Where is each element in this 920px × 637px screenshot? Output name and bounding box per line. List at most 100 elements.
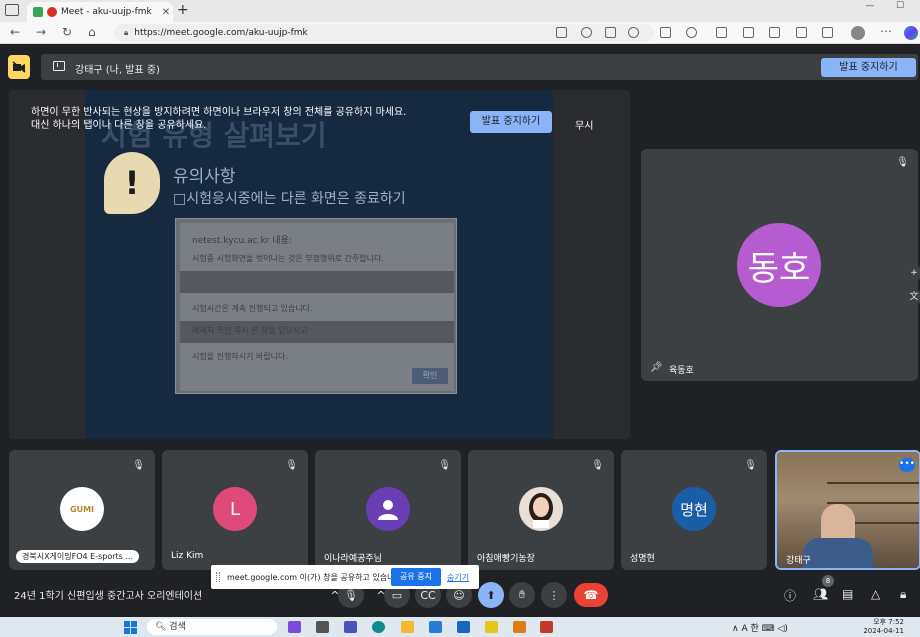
url-text: https://meet.google.com/aku-uujp-fmk	[134, 28, 308, 38]
drag-handle-icon[interactable]	[216, 572, 220, 582]
copilot-icon[interactable]	[904, 26, 918, 40]
split-screen-icon[interactable]	[716, 27, 727, 38]
meet-top-bar: 강태구 (나, 발표 중) 발표 중지하기	[0, 44, 920, 90]
dialog-band	[180, 271, 454, 293]
app-available-icon[interactable]	[605, 27, 616, 38]
browser-toolbar: ← → ↻ ⌂ 🔒︎ https://meet.google.com/aku-u…	[0, 22, 920, 44]
mic-off-icon: 🎙︎	[896, 157, 909, 168]
favorites-icon[interactable]	[743, 27, 754, 38]
ignore-button[interactable]: 무시	[575, 117, 593, 132]
meeting-title: 24년 1학기 신편입생 중간고사 오리엔테이션	[14, 591, 203, 602]
participant-tile[interactable]: 🎙︎ 명현 성명현	[621, 450, 767, 570]
windows-start-icon[interactable]	[124, 621, 137, 634]
dialog-ok-button[interactable]: 확인	[412, 368, 448, 384]
task-view-icon[interactable]	[316, 621, 329, 633]
photo-avatar	[519, 487, 563, 531]
meeting-info-icon[interactable]: ⓘ	[784, 587, 796, 604]
mirror-warning: 하면이 무한 반사되는 현상을 방지하려면 하면이나 브라우저 창의 전체를 공…	[31, 106, 406, 132]
store-icon[interactable]	[429, 621, 442, 633]
participant-tile[interactable]: 🎙︎ L Liz Kim	[162, 450, 308, 570]
tab-close-icon[interactable]: ✕	[159, 7, 173, 18]
stop-presenting-overlay-button[interactable]: 발표 중지하기	[470, 111, 552, 133]
add-reaction-icon[interactable]: +	[906, 265, 920, 281]
leave-call-button[interactable]: ☎︎	[574, 583, 608, 607]
mail-icon[interactable]	[457, 621, 470, 633]
home-icon[interactable]: ⌂	[88, 25, 96, 39]
browser-essentials-icon[interactable]	[796, 27, 807, 38]
tab-title: Meet - aku-uujp-fmk	[61, 7, 152, 17]
back-icon[interactable]: ←	[10, 25, 20, 39]
clock-time: 오후 7:52	[873, 618, 904, 626]
profile-avatar[interactable]	[851, 26, 865, 40]
participant-name: 육동호	[669, 366, 694, 376]
screen-share-notification: meet.google.com 이(가) 창을 공유하고 있습니다. 공유 중지…	[211, 565, 479, 589]
self-participant-tile[interactable]: ••• 강태구	[775, 450, 920, 570]
tab-actions-icon[interactable]	[5, 4, 19, 16]
address-bar[interactable]: 🔒︎ https://meet.google.com/aku-uujp-fmk	[114, 24, 654, 42]
stop-sharing-button[interactable]: 공유 중지	[391, 568, 441, 586]
mic-off-icon: 🎙︎	[591, 460, 604, 471]
teams-icon[interactable]	[344, 621, 357, 633]
presenter-label: 강태구 (나, 발표 중)	[75, 65, 160, 76]
people-count-badge: 8	[822, 575, 834, 587]
pin-icon[interactable]: 📌︎	[650, 362, 663, 373]
chat-icon[interactable]: ▤	[842, 587, 853, 601]
host-controls-icon[interactable]: 🔒︎	[900, 587, 906, 602]
stop-presenting-button[interactable]: 발표 중지하기	[821, 58, 916, 77]
participant-name: 성명현	[630, 554, 655, 564]
mirror-warning-line: 대신 하나의 탭이나 다른 창을 공유하세요.	[31, 120, 207, 131]
taskbar: 🔍︎ 검색 ∧ A 한 ⌨ ◁) 오후 7:52 2024-04-11	[0, 617, 920, 637]
collections-icon[interactable]	[769, 27, 780, 38]
new-tab-button[interactable]: +	[177, 2, 189, 18]
kakaotalk-icon[interactable]	[485, 621, 498, 633]
generic-person-icon	[366, 487, 410, 531]
sync-icon[interactable]	[686, 27, 697, 38]
widgets-icon[interactable]	[288, 621, 301, 633]
file-explorer-icon[interactable]	[401, 621, 414, 633]
more-options-icon[interactable]: ⋯	[880, 24, 892, 38]
translate-icon[interactable]: 文	[906, 289, 920, 305]
refresh-icon[interactable]: ↻	[62, 25, 72, 39]
powerpoint-icon[interactable]	[540, 621, 553, 633]
system-tray[interactable]: ∧ A 한 ⌨ ◁)	[732, 621, 788, 634]
participant-tile[interactable]: 🎙︎ 아침애빵기농장	[468, 450, 614, 570]
edge-icon[interactable]	[372, 621, 385, 633]
presentation-tile: 시험 유형 살펴보기 ! 유의사항 □시험응시중에는 다른 화면은 종료하기 n…	[9, 90, 630, 439]
camera-permission-icon[interactable]	[556, 27, 567, 38]
more-options-icon[interactable]: •••	[899, 458, 915, 472]
mic-off-icon: 🎙︎	[285, 460, 298, 471]
participant-tile[interactable]: 🎙︎ 이나라예공주님	[315, 450, 461, 570]
window-minimize-button[interactable]: —	[855, 0, 885, 12]
participant-name: 이나라예공주님	[324, 554, 382, 564]
mic-off-icon: 🎙︎	[438, 460, 451, 471]
people-icon[interactable]: 👥︎	[813, 587, 828, 601]
search-app-icon[interactable]	[513, 621, 526, 633]
forward-icon[interactable]: →	[36, 25, 46, 39]
taskbar-search[interactable]: 🔍︎ 검색	[147, 619, 277, 635]
participant-name: 아침애빵기농장	[477, 554, 535, 564]
slide-line: □시험응시중에는 다른 화면은 종료하기	[173, 191, 406, 207]
browser-tab[interactable]: Meet - aku-uujp-fmk ✕	[27, 2, 173, 22]
present-icon	[53, 61, 65, 71]
alert-dialog: netest.kycu.ac.kr 내용: 시험중 시험화면을 벗어나는 것은 …	[175, 218, 457, 394]
taskbar-search-label: 검색	[169, 622, 186, 632]
mic-off-icon: 🎙︎	[132, 460, 145, 471]
favorite-star-icon[interactable]	[628, 27, 639, 38]
raise-hand-icon[interactable]: ✋︎	[509, 582, 535, 608]
participant-tile[interactable]: 🎙︎ GUMI 경북시X게이밍FO4 E-sports ...	[9, 450, 155, 570]
more-actions-icon[interactable]: ⋮	[541, 582, 567, 608]
window-maximize-button[interactable]: ☐	[885, 0, 915, 12]
read-aloud-icon[interactable]	[581, 27, 592, 38]
participant-name: 강태구	[786, 556, 811, 566]
avatar: L	[213, 487, 257, 531]
dialog-line: 시험시간은 계속 진행되고 있습니다.	[192, 304, 313, 313]
extension-icon[interactable]	[660, 27, 671, 38]
hide-link[interactable]: 숨기기	[447, 572, 469, 583]
pinned-participant-tile[interactable]: 🎙︎ 동호 📌︎ 육동호	[641, 149, 918, 381]
meet-favicon-icon	[33, 7, 43, 17]
dialog-line: 시험중 시험화면을 벗어나는 것은 부정행위로 간주합니다.	[192, 254, 384, 263]
activities-icon[interactable]: △	[871, 587, 880, 601]
present-screen-icon[interactable]: ⬆	[478, 582, 504, 608]
downloads-icon[interactable]	[822, 27, 833, 38]
taskbar-clock[interactable]: 오후 7:52 2024-04-11	[862, 618, 904, 636]
